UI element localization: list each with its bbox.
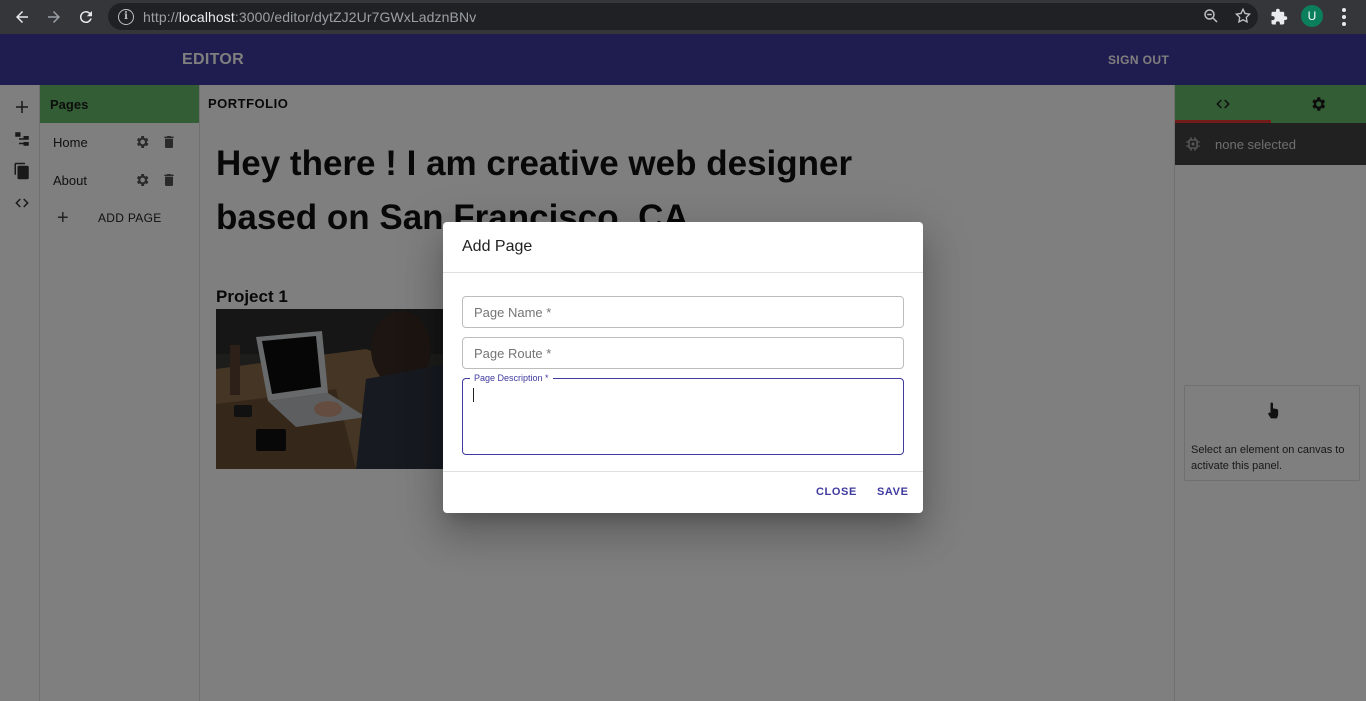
page-name-field[interactable] <box>462 296 904 328</box>
divider <box>443 272 923 273</box>
arrow-right-icon <box>48 11 60 23</box>
reload-icon <box>79 11 92 24</box>
page-route-field[interactable] <box>462 337 904 369</box>
close-button[interactable]: CLOSE <box>816 486 857 498</box>
bookmark-star-icon[interactable] <box>1234 7 1252 25</box>
page-route-input[interactable] <box>474 345 903 361</box>
browser-menu-button[interactable] <box>1336 6 1352 28</box>
forward-button[interactable] <box>38 2 70 32</box>
text-caret <box>473 388 474 402</box>
puzzle-icon <box>1271 8 1288 25</box>
arrow-left-icon <box>16 11 28 23</box>
divider <box>443 471 923 472</box>
profile-avatar[interactable]: U <box>1301 5 1323 27</box>
address-bar[interactable]: i http://localhost:3000/editor/dytZJ2Ur7… <box>108 3 1258 30</box>
site-info-icon[interactable]: i <box>118 8 134 25</box>
zoom-out-icon[interactable] <box>1202 7 1220 25</box>
extensions-button[interactable] <box>1268 6 1290 28</box>
add-page-dialog: Add Page Page Description * CLOSE SAVE <box>443 222 923 513</box>
page-description-label: Page Description * <box>470 372 553 384</box>
page-name-input[interactable] <box>474 304 903 320</box>
reload-button[interactable] <box>70 2 102 32</box>
browser-toolbar: i http://localhost:3000/editor/dytZJ2Ur7… <box>0 0 1366 34</box>
page-description-field[interactable]: Page Description * <box>462 372 904 455</box>
save-button[interactable]: SAVE <box>877 486 909 498</box>
back-button[interactable] <box>6 2 38 32</box>
url-text: http://localhost:3000/editor/dytZJ2Ur7GW… <box>143 8 477 25</box>
dialog-title: Add Page <box>462 238 533 255</box>
